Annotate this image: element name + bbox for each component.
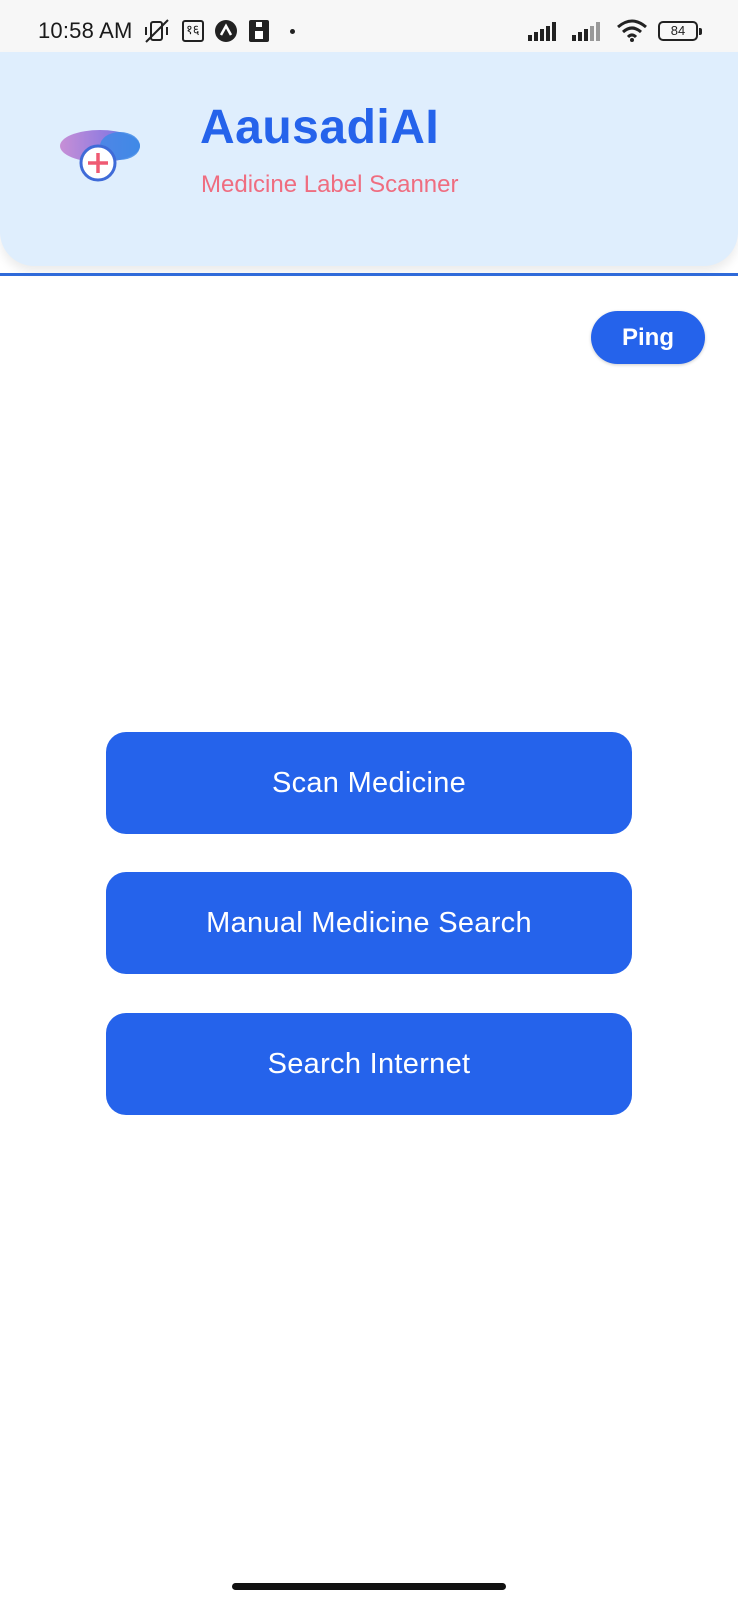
app-title: AausadiAI (200, 101, 440, 154)
status-bar: 10:58 AM १६ 84 (0, 0, 738, 52)
status-time: 10:58 AM (38, 18, 133, 43)
ping-button[interactable]: Ping (591, 311, 705, 364)
vibrate-mute-icon (142, 18, 172, 44)
battery-icon: 84 (658, 21, 702, 41)
scan-medicine-button[interactable]: Scan Medicine (106, 732, 632, 834)
wifi-icon (616, 19, 648, 43)
notification-dot-icon (289, 28, 295, 34)
medicine-pill-plus-icon (56, 128, 146, 184)
sim-card-icon (248, 19, 270, 43)
calendar-date-icon: १६ (182, 20, 204, 42)
signal-icon (528, 21, 562, 41)
signal-icon (572, 21, 606, 41)
search-internet-button[interactable]: Search Internet (106, 1013, 632, 1115)
manual-medicine-search-button[interactable]: Manual Medicine Search (106, 872, 632, 974)
header-divider (0, 273, 738, 276)
app-a-icon (214, 19, 238, 43)
status-right-icons: 84 (528, 16, 702, 46)
status-left-icons: १६ (142, 16, 295, 46)
home-gesture-bar[interactable] (232, 1583, 506, 1590)
app-subtitle: Medicine Label Scanner (201, 171, 459, 198)
